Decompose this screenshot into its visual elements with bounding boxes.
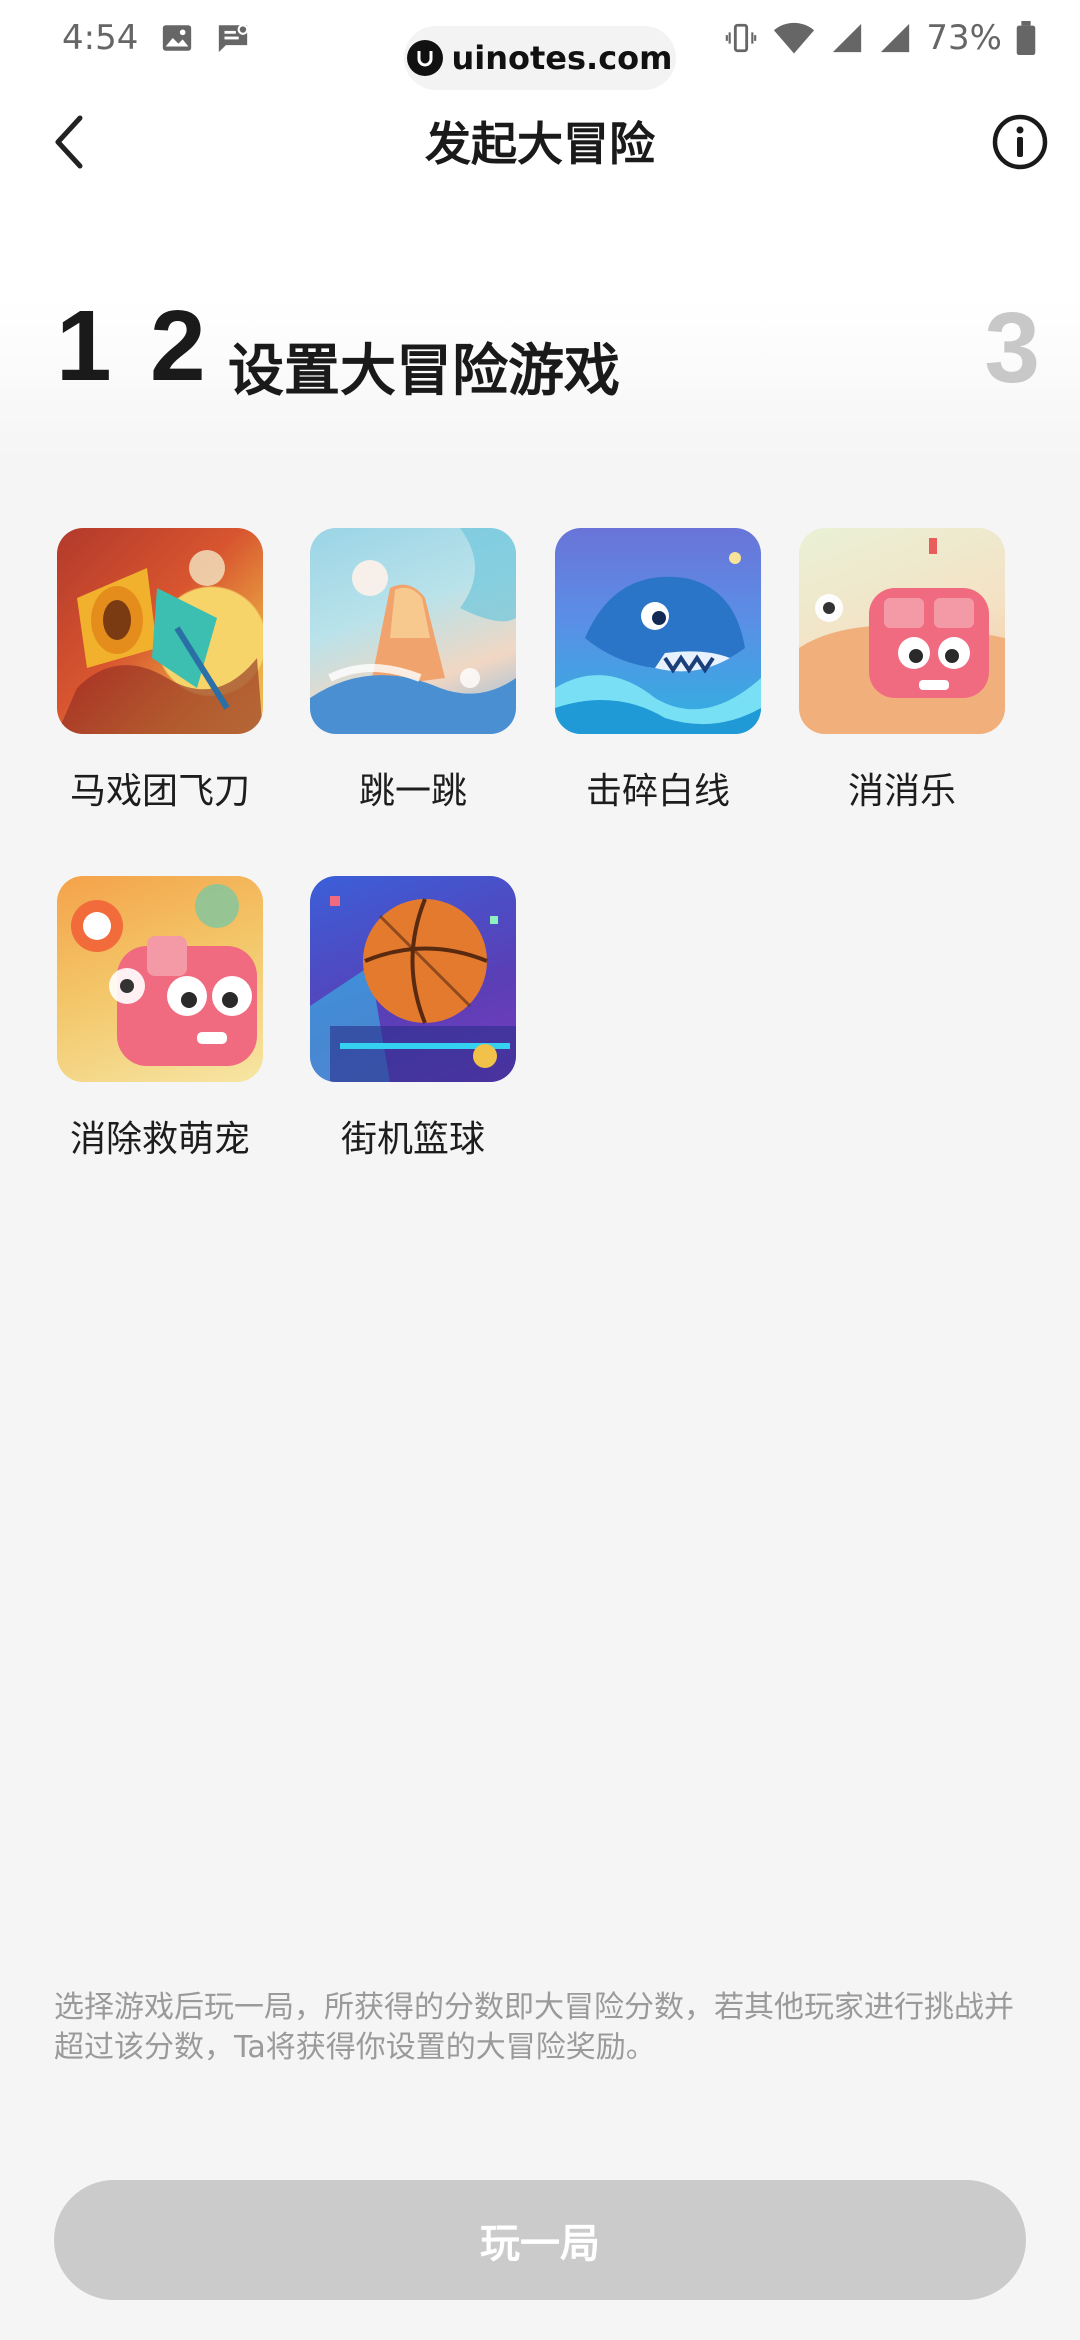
message-notification-icon xyxy=(216,21,250,55)
image-notification-icon xyxy=(160,21,194,55)
screen: 4:54 uinotes.com 73% 发起大冒险 1 2 设置大冒险游戏 3… xyxy=(0,0,1080,2340)
game-label: 街机篮球 xyxy=(340,1119,485,1160)
wifi-icon xyxy=(772,21,816,55)
battery-percentage: 73% xyxy=(926,18,1002,58)
shark-game-icon xyxy=(555,528,761,734)
jump-game-icon xyxy=(310,528,516,734)
status-right: 73% xyxy=(724,18,1036,58)
game-item-match[interactable]: 消消乐 xyxy=(782,528,1022,814)
signal-icon-1 xyxy=(830,21,864,55)
game-item-jump[interactable]: 跳一跳 xyxy=(293,528,533,814)
game-item-arcade-basketball[interactable]: 街机篮球 xyxy=(293,876,533,1162)
circus-knife-game-icon xyxy=(57,528,263,734)
navigation-bar: 发起大冒险 xyxy=(0,96,1080,186)
info-button[interactable] xyxy=(984,106,1056,178)
watermark-logo-icon xyxy=(407,40,444,76)
watermark-badge: uinotes.com xyxy=(404,26,676,90)
step-1-number: 1 xyxy=(56,290,112,402)
basketball-game-icon xyxy=(310,876,516,1082)
status-bar: 4:54 uinotes.com 73% xyxy=(0,0,1080,90)
pet-rescue-game-icon xyxy=(57,876,263,1082)
status-left: 4:54 xyxy=(62,18,250,58)
step-3-number: 3 xyxy=(984,292,1040,404)
step-2-title: 设置大冒险游戏 xyxy=(228,339,620,404)
vibrate-icon xyxy=(724,21,758,55)
description-text: 选择游戏后玩一局，所获得的分数即大冒险分数，若其他玩家进行挑战并超过该分数，Ta… xyxy=(54,1990,1014,2065)
status-time: 4:54 xyxy=(62,18,139,58)
steps-header: 1 2 设置大冒险游戏 3 xyxy=(0,290,1080,404)
game-item-break-white-line[interactable]: 击碎白线 xyxy=(538,528,778,814)
game-label: 击碎白线 xyxy=(585,771,730,812)
signal-icon-2 xyxy=(878,21,912,55)
play-button[interactable]: 玩一局 xyxy=(54,2180,1026,2300)
game-item-circus-knife[interactable]: 马戏团飞刀 xyxy=(40,528,280,814)
game-label: 消消乐 xyxy=(847,771,956,812)
info-icon xyxy=(992,114,1048,170)
step-2-number: 2 xyxy=(150,290,206,402)
game-label: 跳一跳 xyxy=(358,771,467,812)
game-label: 消除救萌宠 xyxy=(69,1119,250,1160)
match-game-icon xyxy=(799,528,1005,734)
watermark-text: uinotes.com xyxy=(451,39,673,77)
page-title: 发起大冒险 xyxy=(425,117,655,171)
game-item-pet-rescue[interactable]: 消除救萌宠 xyxy=(40,876,280,1162)
battery-icon xyxy=(1016,21,1036,55)
game-label: 马戏团飞刀 xyxy=(69,771,250,812)
